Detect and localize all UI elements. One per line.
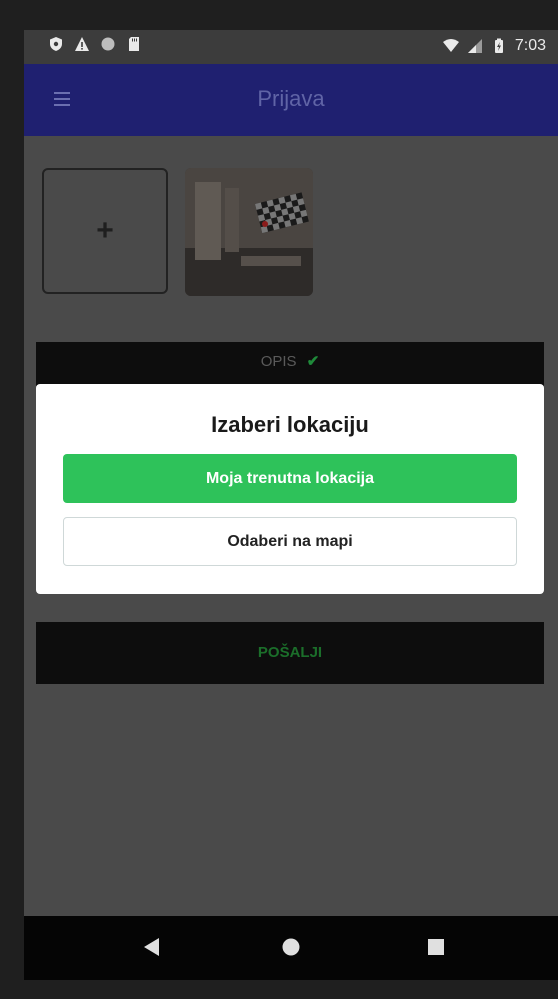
warning-icon [75, 37, 89, 51]
sd-card-icon [129, 37, 139, 51]
plus-icon: + [96, 214, 114, 247]
location-dialog: Izaberi lokaciju Moja trenutna lokacija … [36, 384, 544, 594]
system-nav-bar [24, 916, 558, 980]
send-button[interactable]: POŠALJI [36, 622, 544, 684]
wifi-icon [442, 39, 459, 52]
circle-icon [101, 37, 115, 51]
status-bar: 7:03 [24, 30, 558, 64]
recents-icon[interactable] [426, 936, 446, 958]
opis-section[interactable]: OPIS ✔ [36, 342, 544, 386]
back-icon[interactable] [142, 936, 162, 958]
signal-icon [467, 39, 482, 53]
dialog-title: Izaberi lokaciju [211, 412, 369, 437]
send-label: POŠALJI [257, 644, 323, 661]
photo-thumbnail[interactable] [185, 168, 313, 296]
current-location-button[interactable]: Moja trenutna lokacija [63, 454, 517, 503]
home-icon[interactable] [281, 936, 301, 958]
shield-icon [50, 37, 62, 51]
add-photo-button[interactable]: + [42, 168, 168, 294]
app-bar: Prijava [24, 64, 558, 136]
opis-label: OPIS [260, 353, 297, 370]
status-time: 7:03 [514, 37, 546, 54]
room-photo-icon [185, 168, 313, 296]
page-title: Prijava [257, 86, 325, 111]
check-icon: ✔ [306, 353, 320, 370]
choose-on-map-button[interactable]: Odaberi na mapi [63, 517, 517, 566]
phone-screen: 7:03 Prijava + OPIS ✔ POŠALJI Izaberi lo… [24, 30, 558, 980]
battery-icon [494, 38, 503, 53]
